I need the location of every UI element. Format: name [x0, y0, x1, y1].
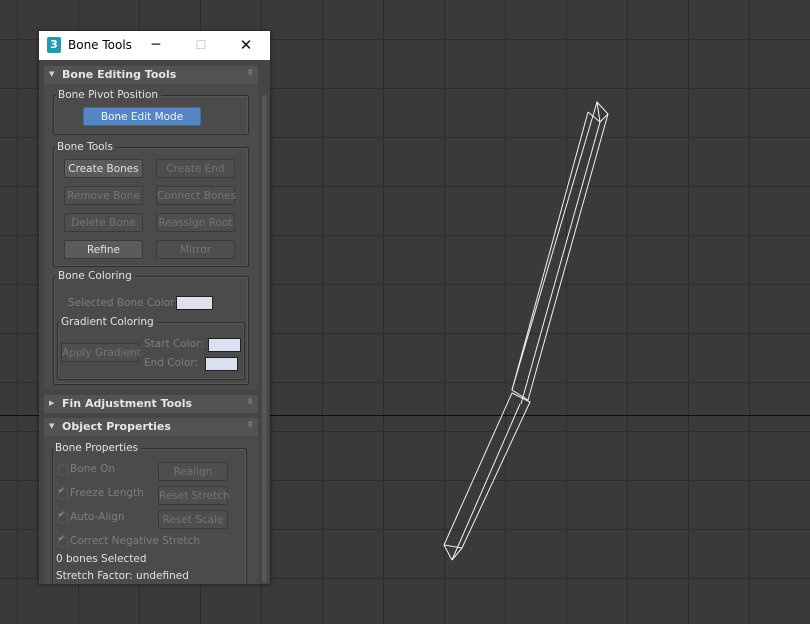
group-label: Bone Coloring	[56, 270, 135, 282]
selected-bone-color-swatch[interactable]	[176, 296, 213, 310]
close-icon: ✕	[239, 36, 253, 54]
group-label: Bone Pivot Position	[56, 89, 162, 101]
checkmark-icon: ✔	[58, 534, 66, 544]
remove-bone-button[interactable]: Remove Bone	[64, 186, 143, 205]
mirror-button[interactable]: Mirror	[156, 240, 235, 259]
close-button[interactable]: ✕	[232, 35, 260, 55]
delete-bone-button[interactable]: Delete Bone	[64, 213, 143, 232]
rollout-title: Bone Editing Tools	[62, 68, 177, 81]
freeze-length-label: Freeze Length	[70, 487, 144, 499]
minimize-icon: ─	[151, 37, 161, 53]
start-color-label: Start Color:	[144, 338, 204, 350]
panel-scrollbar[interactable]	[262, 95, 267, 583]
create-end-button[interactable]: Create End	[156, 159, 235, 178]
checkmark-icon: ✔	[58, 486, 66, 496]
lower-bone	[443, 392, 531, 549]
expand-down-icon: ▼	[49, 422, 55, 430]
rollout-title: Fin Adjustment Tools	[62, 397, 193, 410]
upper-bone	[511, 101, 609, 401]
maximize-button[interactable]: ☐	[187, 35, 215, 55]
rollout-header-fin-adjustment[interactable]: ▶ Fin Adjustment Tools ⠿	[44, 395, 258, 413]
create-bones-button[interactable]: Create Bones	[64, 159, 143, 178]
rollout-body-bone-editing: Bone Pivot Position Bone Edit Mode Bone …	[44, 84, 258, 390]
refine-button[interactable]: Refine	[64, 240, 143, 259]
bone-on-checkbox[interactable]	[58, 465, 68, 475]
selected-bone-color-label: Selected Bone Color:	[68, 297, 178, 309]
reset-stretch-button[interactable]: Reset Stretch	[158, 486, 230, 505]
rollout-header-bone-editing[interactable]: ▼ Bone Editing Tools ⠿	[44, 66, 258, 84]
rollout-title: Object Properties	[62, 420, 171, 433]
expand-right-icon: ▶	[49, 399, 55, 407]
group-label: Bone Properties	[53, 442, 142, 454]
auto-align-label: Auto-Align	[70, 511, 125, 523]
window-title: Bone Tools	[68, 38, 132, 52]
app-3dsmax-icon: 3	[47, 37, 61, 53]
drag-grip-icon[interactable]: ⠿	[248, 398, 254, 406]
end-color-swatch[interactable]	[205, 357, 238, 371]
drag-grip-icon[interactable]: ⠿	[248, 69, 254, 77]
realign-button[interactable]: Realign	[158, 462, 228, 481]
bone-edit-mode-button[interactable]: Bone Edit Mode	[83, 107, 201, 126]
connect-bones-button[interactable]: Connect Bones	[156, 186, 236, 205]
group-label: Bone Tools	[55, 141, 116, 153]
title-bar[interactable]: 3 Bone Tools ─ ☐ ✕	[39, 31, 270, 60]
apply-gradient-button[interactable]: Apply Gradient	[61, 343, 141, 362]
rollout-header-object-properties[interactable]: ▼ Object Properties ⠿	[44, 418, 258, 436]
bone-tools-window[interactable]: 3 Bone Tools ─ ☐ ✕ ▼ Bone Editing Tools …	[39, 31, 270, 584]
drag-grip-icon[interactable]: ⠿	[248, 421, 254, 429]
bones-selected-status: 0 bones Selected	[56, 553, 147, 565]
maximize-icon: ☐	[195, 38, 207, 52]
expand-down-icon: ▼	[49, 70, 55, 78]
correct-negative-stretch-label: Correct Negative Stretch	[70, 535, 200, 547]
end-color-label: End Color:	[144, 357, 199, 369]
rollout-body-object-properties: Bone Properties Bone On Realign ✔ Freeze…	[44, 436, 258, 584]
reassign-root-button[interactable]: Reassign Root	[156, 213, 235, 232]
checkmark-icon: ✔	[58, 510, 66, 520]
reset-scale-button[interactable]: Reset Scale	[158, 510, 228, 529]
minimize-button[interactable]: ─	[142, 35, 170, 55]
stretch-factor-status: Stretch Factor: undefined	[56, 570, 189, 582]
bone-on-label: Bone On	[70, 463, 115, 475]
panel-content: ▼ Bone Editing Tools ⠿ Bone Pivot Positi…	[39, 60, 270, 584]
start-color-swatch[interactable]	[208, 338, 241, 352]
group-label: Gradient Coloring	[59, 316, 157, 328]
